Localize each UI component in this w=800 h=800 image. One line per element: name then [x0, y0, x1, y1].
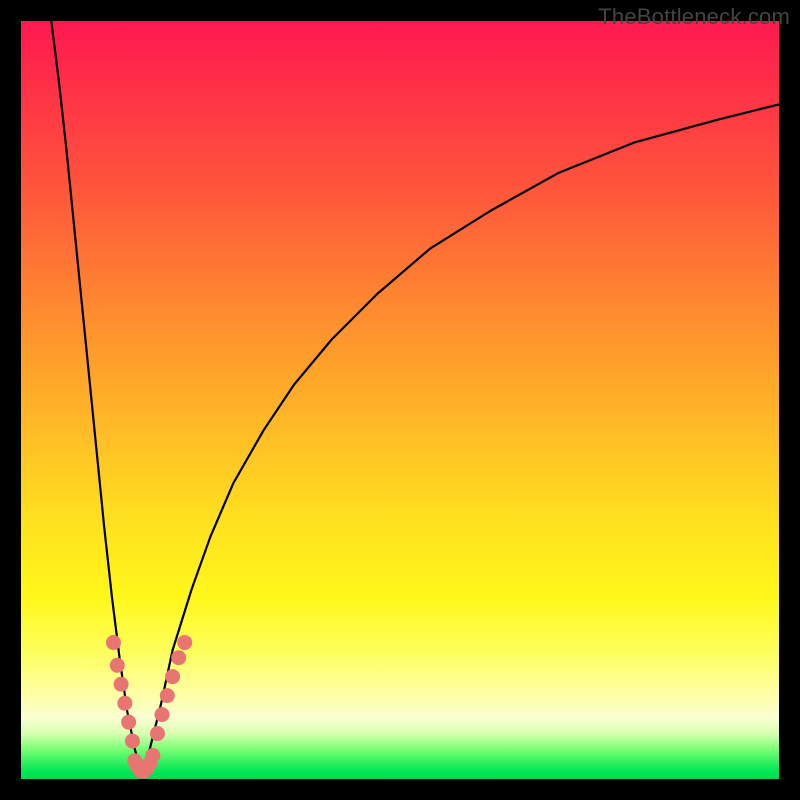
- marker-markers_bottom: [145, 748, 160, 763]
- marker-markers_left: [106, 635, 121, 650]
- marker-markers_right: [165, 669, 180, 684]
- curve-left_branch: [51, 21, 140, 771]
- marker-markers_right: [171, 650, 186, 665]
- marker-markers_right: [177, 635, 192, 650]
- watermark-text: TheBottleneck.com: [598, 4, 790, 30]
- marker-markers_left: [117, 696, 132, 711]
- outer-frame: TheBottleneck.com: [0, 0, 800, 800]
- plot-area: [21, 21, 779, 779]
- marker-markers_right: [154, 707, 169, 722]
- curve-layer: [21, 21, 779, 779]
- marker-markers_right: [160, 688, 175, 703]
- marker-markers_left: [114, 677, 129, 692]
- marker-markers_left: [125, 734, 140, 749]
- curve-right_branch: [141, 104, 779, 771]
- marker-markers_left: [121, 715, 136, 730]
- marker-markers_left: [110, 658, 125, 673]
- marker-markers_right: [150, 726, 165, 741]
